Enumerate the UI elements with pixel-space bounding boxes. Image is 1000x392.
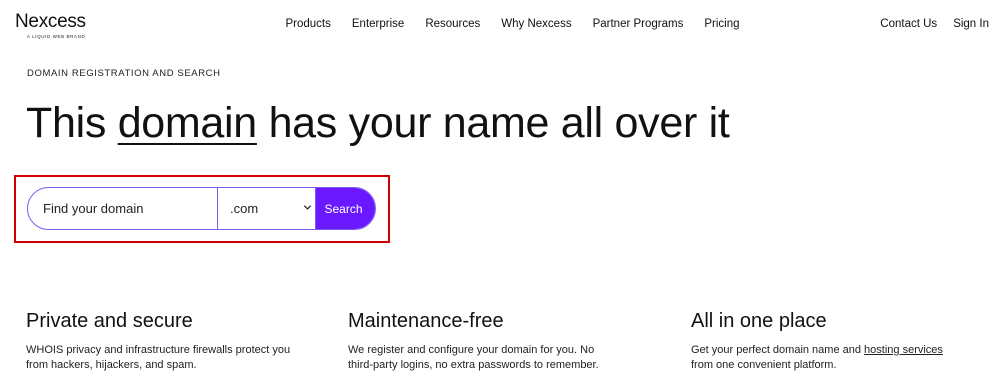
account-nav: Contact Us Sign In	[864, 0, 989, 48]
domain-search-form: .com Search	[27, 187, 376, 230]
hosting-services-link[interactable]: hosting services	[864, 344, 943, 356]
feature-line: We register and configure your domain fo…	[348, 344, 595, 356]
nav-resources[interactable]: Resources	[415, 18, 491, 30]
feature-description: Get your perfect domain name and hosting…	[691, 343, 943, 373]
search-button[interactable]: Search	[316, 188, 375, 229]
feature-description: WHOIS privacy and infrastructure firewal…	[26, 343, 290, 373]
nav-pricing[interactable]: Pricing	[694, 18, 750, 30]
headline-text-start: This	[26, 99, 118, 147]
feature-line: third-party logins, no extra passwords t…	[348, 359, 599, 371]
section-eyebrow: DOMAIN REGISTRATION AND SEARCH	[27, 68, 221, 79]
feature-all-in-one: All in one place Get your perfect domain…	[691, 308, 943, 373]
nav-contact-us[interactable]: Contact Us	[864, 18, 937, 30]
logo-tagline: A LIQUID WEB BRAND	[27, 34, 86, 39]
domain-search-input[interactable]	[28, 188, 217, 229]
feature-description: We register and configure your domain fo…	[348, 343, 599, 373]
headline-text-end: has your name all over it	[256, 99, 730, 147]
feature-line: from hackers, hijackers, and spam.	[26, 359, 197, 371]
nav-why-nexcess[interactable]: Why Nexcess	[491, 18, 582, 30]
tld-selected-value: .com	[230, 201, 259, 216]
top-navigation: Nexcess A LIQUID WEB BRAND Products Ente…	[0, 0, 1000, 48]
feature-line: from one convenient platform.	[691, 359, 837, 371]
nav-partner-programs[interactable]: Partner Programs	[582, 18, 694, 30]
nav-sign-in[interactable]: Sign In	[937, 18, 989, 30]
feature-maintenance-free: Maintenance-free We register and configu…	[348, 308, 599, 373]
feature-line: WHOIS privacy and infrastructure firewal…	[26, 344, 291, 356]
feature-title: Private and secure	[26, 310, 193, 332]
feature-private-secure: Private and secure WHOIS privacy and inf…	[26, 308, 290, 373]
logo-wordmark: Nexcess	[15, 11, 86, 32]
page-title: This domain has your name all over it	[26, 98, 730, 148]
nav-products[interactable]: Products	[275, 18, 341, 30]
nav-enterprise[interactable]: Enterprise	[341, 18, 414, 30]
chevron-down-icon	[304, 205, 311, 210]
tld-select[interactable]: .com	[217, 188, 316, 229]
feature-line: Get your perfect domain name and	[691, 344, 865, 356]
feature-title: All in one place	[691, 310, 827, 332]
headline-domain-link[interactable]: domain	[118, 99, 258, 147]
feature-title: Maintenance-free	[348, 310, 504, 332]
nexcess-logo[interactable]: Nexcess A LIQUID WEB BRAND	[15, 12, 105, 42]
main-nav: Products Enterprise Resources Why Nexces…	[275, 0, 750, 48]
